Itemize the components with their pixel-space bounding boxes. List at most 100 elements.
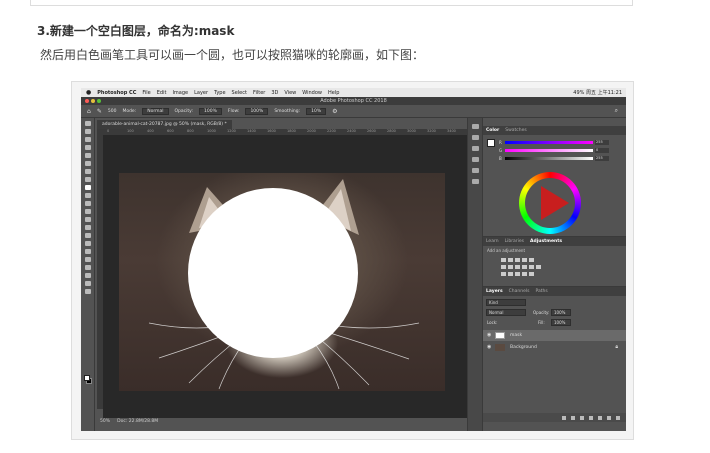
add-mask-icon[interactable] xyxy=(580,415,584,420)
search-icon[interactable]: ⌕ xyxy=(615,107,618,115)
mode-select[interactable]: Normal xyxy=(142,107,169,115)
tab-channels[interactable]: Channels xyxy=(509,289,530,294)
invert-adjust-icon[interactable] xyxy=(501,272,506,276)
fx-icon[interactable] xyxy=(571,415,575,420)
menu-image[interactable]: Image xyxy=(172,90,188,96)
info-panel-icon[interactable] xyxy=(471,157,479,162)
tab-paths[interactable]: Paths xyxy=(535,289,547,294)
channel-mixer-adjust-icon[interactable] xyxy=(529,265,534,269)
tab-learn[interactable]: Learn xyxy=(486,239,499,244)
new-group-icon[interactable] xyxy=(598,415,602,420)
slider-r[interactable] xyxy=(505,141,593,144)
menu-layer[interactable]: Layer xyxy=(194,90,208,96)
frame-tool-icon[interactable] xyxy=(84,161,91,166)
menu-app-name[interactable]: Photoshop CC xyxy=(97,90,136,96)
color-triangle[interactable] xyxy=(541,186,569,220)
tab-color[interactable]: Color xyxy=(486,128,499,133)
brush-size[interactable]: 500 xyxy=(108,109,117,114)
layer-name[interactable]: mask xyxy=(510,330,522,341)
blend-mode-select[interactable]: Normal xyxy=(486,309,526,316)
new-layer-icon[interactable] xyxy=(607,415,611,420)
smoothing-input[interactable]: 10% xyxy=(306,107,327,115)
flow-input[interactable]: 100% xyxy=(245,107,269,115)
shape-tool-icon[interactable] xyxy=(84,265,91,270)
layer-row-mask[interactable]: ◉ mask xyxy=(483,330,626,341)
tab-libraries[interactable]: Libraries xyxy=(505,239,524,244)
settings-gear-icon[interactable]: ⚙ xyxy=(332,108,337,115)
dodge-tool-icon[interactable] xyxy=(84,233,91,238)
menu-edit[interactable]: Edit xyxy=(157,90,167,96)
character-panel-icon[interactable] xyxy=(471,179,479,184)
properties-panel-icon[interactable] xyxy=(471,146,479,151)
menu-3d[interactable]: 3D xyxy=(271,90,278,96)
minimize-window-icon[interactable] xyxy=(91,99,95,103)
zoom-window-icon[interactable] xyxy=(97,99,101,103)
selective-color-adjust-icon[interactable] xyxy=(529,272,534,276)
eraser-tool-icon[interactable] xyxy=(84,209,91,214)
history-brush-tool-icon[interactable] xyxy=(84,201,91,206)
slider-r-value[interactable]: 255 xyxy=(595,140,609,145)
eyedropper-tool-icon[interactable] xyxy=(84,169,91,174)
photo-filter-adjust-icon[interactable] xyxy=(522,265,527,269)
menu-filter[interactable]: Filter xyxy=(253,90,265,96)
stamp-tool-icon[interactable] xyxy=(84,193,91,198)
exposure-adjust-icon[interactable] xyxy=(522,258,527,262)
fill-input[interactable]: 100% xyxy=(551,319,571,326)
layer-row-background[interactable]: ◉ Background 🔒︎ xyxy=(483,342,626,353)
foreground-color-swatch[interactable] xyxy=(84,375,90,381)
quick-select-tool-icon[interactable] xyxy=(84,145,91,150)
marquee-tool-icon[interactable] xyxy=(84,129,91,134)
link-layers-icon[interactable] xyxy=(562,415,566,420)
home-icon[interactable]: ⌂ xyxy=(87,108,91,115)
hand-tool-icon[interactable] xyxy=(84,273,91,278)
gradient-map-adjust-icon[interactable] xyxy=(522,272,527,276)
type-tool-icon[interactable] xyxy=(84,249,91,254)
new-adjustment-icon[interactable] xyxy=(589,415,593,420)
visibility-eye-icon[interactable]: ◉ xyxy=(487,330,491,341)
bw-adjust-icon[interactable] xyxy=(515,265,520,269)
posterize-adjust-icon[interactable] xyxy=(508,272,513,276)
canvas-area[interactable] xyxy=(103,135,467,418)
brightness-adjust-icon[interactable] xyxy=(501,258,506,262)
slider-g-value[interactable]: 0 xyxy=(595,148,609,153)
opacity-input[interactable]: 100% xyxy=(199,107,222,115)
actions-panel-icon[interactable] xyxy=(471,135,479,140)
healing-tool-icon[interactable] xyxy=(84,177,91,182)
brush-tool-active-icon[interactable] xyxy=(84,185,91,190)
document-tab[interactable]: adorable-animal-cat-20787.jpg @ 50% (mas… xyxy=(97,120,232,129)
move-tool-icon[interactable] xyxy=(84,121,91,126)
visibility-eye-icon[interactable]: ◉ xyxy=(487,342,491,353)
color-wheel[interactable] xyxy=(519,172,581,234)
menu-view[interactable]: View xyxy=(284,90,296,96)
more-tools-icon[interactable] xyxy=(84,289,91,294)
layer-kind-filter[interactable]: Kind xyxy=(486,299,526,306)
close-window-icon[interactable] xyxy=(85,99,89,103)
levels-adjust-icon[interactable] xyxy=(508,258,513,262)
menu-select[interactable]: Select xyxy=(232,90,247,96)
slider-b-value[interactable]: 255 xyxy=(595,156,609,161)
slider-g[interactable] xyxy=(505,149,593,152)
slider-b[interactable] xyxy=(505,157,593,160)
layer-opacity-input[interactable]: 100% xyxy=(551,309,571,316)
path-select-tool-icon[interactable] xyxy=(84,257,91,262)
hue-adjust-icon[interactable] xyxy=(501,265,506,269)
menu-window[interactable]: Window xyxy=(302,90,322,96)
color-balance-adjust-icon[interactable] xyxy=(508,265,513,269)
layer-name[interactable]: Background xyxy=(510,342,537,353)
menu-help[interactable]: Help xyxy=(328,90,339,96)
brush-tool-icon[interactable]: ✎ xyxy=(97,108,102,115)
zoom-tool-icon[interactable] xyxy=(84,281,91,286)
tab-layers[interactable]: Layers xyxy=(486,289,503,294)
menu-type[interactable]: Type xyxy=(214,90,225,96)
tab-swatches[interactable]: Swatches xyxy=(505,128,527,133)
curves-adjust-icon[interactable] xyxy=(515,258,520,262)
tab-adjustments[interactable]: Adjustments xyxy=(530,239,562,244)
color-lookup-adjust-icon[interactable] xyxy=(536,265,541,269)
menu-file[interactable]: File xyxy=(142,90,150,96)
gradient-tool-icon[interactable] xyxy=(84,217,91,222)
fg-color-chip[interactable] xyxy=(487,139,495,147)
delete-layer-icon[interactable] xyxy=(616,415,620,420)
crop-tool-icon[interactable] xyxy=(84,153,91,158)
zoom-level[interactable]: 50% xyxy=(100,419,110,424)
threshold-adjust-icon[interactable] xyxy=(515,272,520,276)
